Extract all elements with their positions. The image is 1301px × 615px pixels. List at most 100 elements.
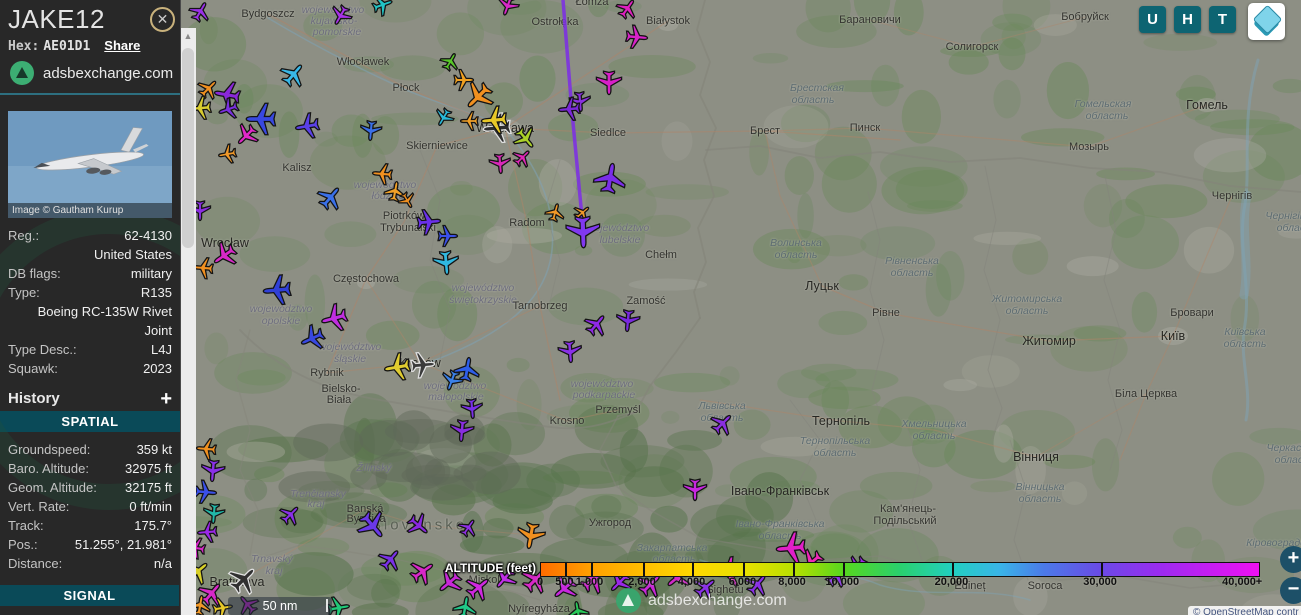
aircraft-icon[interactable] — [403, 510, 434, 541]
aircraft-icon[interactable] — [382, 352, 412, 383]
layers-button[interactable] — [1248, 3, 1285, 40]
aircraft-icon[interactable] — [194, 480, 217, 505]
aircraft-icon[interactable] — [372, 163, 393, 186]
aircraft-icon[interactable] — [510, 123, 541, 154]
info-row: United States — [93, 247, 172, 262]
layers-icon — [1252, 4, 1283, 35]
signal-section-header[interactable]: SIGNAL — [0, 585, 179, 606]
aircraft-icon[interactable] — [200, 459, 225, 482]
aircraft-icon[interactable] — [515, 521, 546, 551]
aircraft-icon[interactable] — [575, 561, 612, 598]
aircraft-icon[interactable] — [707, 408, 739, 440]
divider — [0, 93, 180, 95]
watermark-text: adsbexchange.com — [648, 591, 787, 609]
aircraft-icon[interactable] — [194, 74, 223, 103]
aircraft-icon[interactable] — [843, 552, 872, 580]
aircraft-icon[interactable] — [383, 180, 407, 203]
hex-label: Hex: — [8, 39, 40, 54]
aircraft-icon[interactable] — [625, 25, 648, 50]
aircraft-icon[interactable] — [510, 145, 536, 171]
info-row: Reg.: 62-4130 — [8, 228, 172, 243]
aircraft-icon[interactable] — [454, 70, 474, 91]
aircraft-icon[interactable] — [713, 555, 745, 589]
aircraft-icon[interactable] — [186, 0, 214, 25]
aircraft-icon[interactable] — [438, 226, 458, 247]
aircraft-icon[interactable] — [592, 161, 628, 195]
aircraft-icon[interactable] — [203, 503, 226, 524]
share-link[interactable]: Share — [104, 38, 140, 53]
close-icon[interactable]: ✕ — [150, 7, 175, 32]
hex-row: Hex: AE01D1 Share — [0, 35, 180, 54]
aircraft-icon[interactable] — [544, 201, 567, 223]
aircraft-icon[interactable] — [613, 0, 641, 22]
aircraft-icon[interactable] — [461, 398, 484, 419]
map-button-u[interactable]: U — [1139, 6, 1166, 33]
osm-attribution[interactable]: © OpenStreetMap contr — [1188, 606, 1301, 615]
aircraft-icon[interactable] — [449, 419, 474, 442]
aircraft-icon[interactable] — [318, 302, 350, 335]
scrollbar-thumb[interactable] — [182, 48, 194, 248]
map-scale-bar: 50 nm — [228, 597, 332, 615]
aircraft-icon[interactable] — [517, 561, 554, 598]
aircraft-icon[interactable] — [360, 120, 383, 141]
aircraft-icon[interactable] — [327, 2, 355, 29]
aircraft-photo[interactable]: Image © Gautham Kurup — [8, 111, 172, 218]
info-row: Boeing RC-135W Rivet Joint — [37, 304, 172, 338]
adsbexchange-logo-icon — [10, 61, 34, 85]
info-row: Type: R135 — [8, 285, 172, 300]
aircraft-icon[interactable] — [581, 309, 612, 340]
aircraft-icon[interactable] — [217, 143, 238, 165]
scale-tick — [326, 599, 328, 612]
aircraft-icon[interactable] — [296, 322, 328, 355]
aircraft-icon[interactable] — [375, 544, 406, 575]
map-button-t[interactable]: T — [1209, 6, 1236, 33]
adsbexchange-app: Bydgoszcz województwo kujawsko-pomorskie Ło… — [0, 0, 1301, 615]
adsbexchange-logo-icon — [616, 588, 641, 613]
brand-row[interactable]: adsbexchange.com — [0, 54, 180, 93]
aircraft-icon[interactable] — [596, 71, 621, 94]
aircraft-icon[interactable] — [489, 563, 520, 594]
aircraft-photo-image — [8, 111, 172, 218]
aircraft-icon[interactable] — [313, 180, 347, 214]
history-expand-icon[interactable]: + — [160, 389, 172, 409]
aircraft-info-panel: JAKE12 ✕ Hex: AE01D1 Share adsbexchange.co… — [0, 0, 181, 615]
aircraft-icon[interactable] — [821, 560, 853, 592]
aircraft-icon[interactable] — [293, 112, 320, 141]
aircraft-icon[interactable] — [431, 105, 456, 130]
info-row: Pos.: 51.255°, 21.981° — [8, 537, 172, 552]
zoom-in-button[interactable]: + — [1280, 546, 1301, 573]
aircraft-icon[interactable] — [406, 554, 440, 588]
map-button-h[interactable]: H — [1174, 6, 1201, 33]
aircraft-icon[interactable] — [566, 600, 590, 615]
info-row: Type Desc.: L4J — [8, 342, 172, 357]
aircraft-icon[interactable] — [558, 340, 583, 363]
zoom-out-button[interactable]: − — [1280, 577, 1301, 604]
sidebar-scrollbar[interactable]: ▲ — [180, 28, 196, 615]
aircraft-icon[interactable] — [196, 438, 217, 461]
aircraft-icon[interactable] — [370, 0, 396, 18]
aircraft-icon[interactable] — [276, 57, 310, 91]
aircraft-icon[interactable] — [410, 351, 436, 378]
aircraft-icon[interactable] — [231, 120, 263, 152]
aircraft-icon[interactable] — [224, 559, 264, 599]
aircraft-icon[interactable] — [432, 565, 466, 599]
aircraft-icon[interactable] — [547, 571, 581, 605]
aircraft-icon[interactable] — [353, 506, 393, 546]
info-row: Track: 175.7° — [8, 518, 172, 533]
aircraft-icon[interactable] — [775, 531, 807, 565]
aircraft-icon[interactable] — [495, 0, 521, 18]
aircraft-icon[interactable] — [456, 515, 482, 540]
aircraft-icon[interactable] — [433, 250, 460, 276]
adsbexchange-watermark: adsbexchange.com — [616, 588, 787, 613]
info-row: Vert. Rate: 0 ft/min — [8, 499, 172, 514]
map-toolbar: UHT — [1139, 3, 1285, 40]
aircraft-icon[interactable] — [615, 309, 640, 332]
aircraft-icon[interactable] — [461, 112, 479, 131]
aircraft-icon[interactable] — [566, 216, 601, 248]
aircraft-icon[interactable] — [262, 274, 292, 306]
aircraft-icon[interactable] — [489, 153, 512, 174]
aircraft-icon[interactable] — [683, 479, 706, 500]
scroll-up-arrow-icon[interactable]: ▲ — [180, 28, 196, 44]
info-row: Squawk: 2023 — [8, 361, 172, 376]
aircraft-icon[interactable] — [276, 500, 305, 529]
